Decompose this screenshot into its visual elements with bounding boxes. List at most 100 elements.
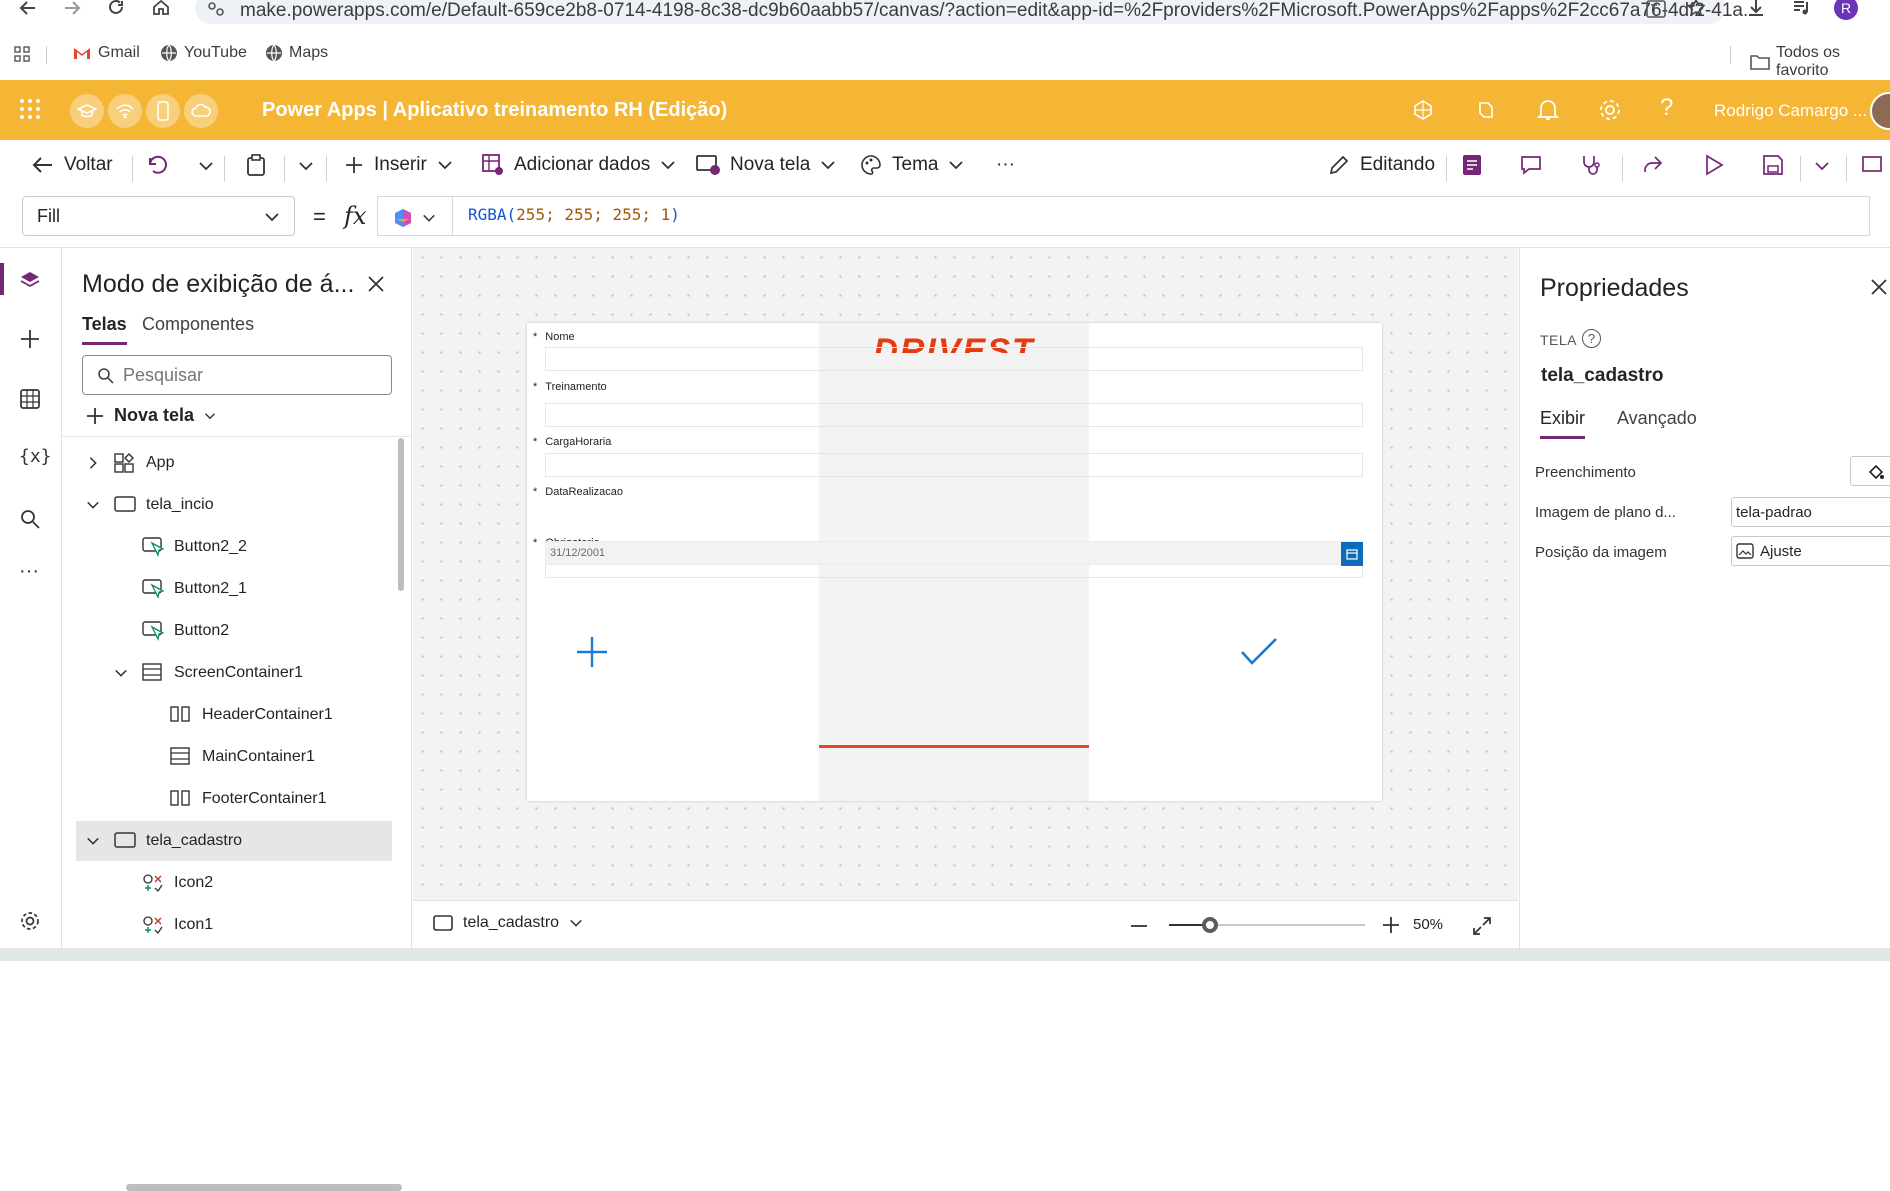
tree-node[interactable]: Button2_2 xyxy=(76,527,392,567)
tab-screens[interactable]: Telas xyxy=(82,314,127,345)
tree-node[interactable]: ScreenContainer1 xyxy=(76,653,392,693)
translate-icon[interactable] xyxy=(1646,0,1666,18)
layers-icon[interactable] xyxy=(19,270,41,290)
zoom-slider[interactable] xyxy=(1169,917,1365,933)
vertical-scrollbar[interactable] xyxy=(398,438,404,591)
save-icon[interactable] xyxy=(1762,154,1784,176)
close-icon[interactable] xyxy=(367,275,385,293)
all-bookmarks[interactable]: Todos os favorito xyxy=(1750,44,1890,80)
formula-expression[interactable]: RGBA(255; 255; 255; 1) xyxy=(468,205,680,224)
zoom-in-icon[interactable] xyxy=(1381,915,1401,935)
chevron-down-icon[interactable] xyxy=(86,498,100,512)
tree-node[interactable]: Button2_1 xyxy=(76,569,392,609)
url-text[interactable]: make.powerapps.com/e/Default-659ce2b8-07… xyxy=(240,0,1759,22)
add-data-button[interactable]: Adicionar dados xyxy=(482,154,676,176)
play-preview-icon[interactable] xyxy=(1704,154,1724,176)
chevron-down-icon[interactable] xyxy=(422,211,436,225)
search-icon[interactable] xyxy=(19,508,41,530)
tab-advanced[interactable]: Avançado xyxy=(1617,408,1697,429)
tree-node[interactable]: Button2 xyxy=(76,611,392,651)
text-input[interactable] xyxy=(545,403,1363,427)
plus-icon[interactable] xyxy=(19,328,41,350)
tab-components[interactable]: Componentes xyxy=(142,314,254,335)
calendar-icon[interactable] xyxy=(1341,542,1363,566)
bookmark-gmail[interactable]: Gmail xyxy=(72,44,140,62)
add-icon[interactable] xyxy=(575,635,609,669)
back-arrow-icon[interactable] xyxy=(18,0,38,18)
copilot-icon[interactable] xyxy=(1474,98,1498,122)
environment-icon[interactable] xyxy=(1412,99,1434,121)
tree-node[interactable]: Icon2 xyxy=(76,863,392,903)
forward-arrow-icon[interactable] xyxy=(62,0,82,18)
date-picker[interactable]: 31/12/2001 xyxy=(545,541,1363,566)
reload-icon[interactable] xyxy=(106,0,126,18)
tree-node[interactable]: App xyxy=(76,443,392,483)
chevron-down-icon[interactable] xyxy=(86,834,100,848)
paste-icon[interactable] xyxy=(246,154,266,176)
screen-preview[interactable]: DRIVEST * Nome * Treinamento * CargaHoraria * D… xyxy=(527,323,1382,801)
site-info-icon[interactable] xyxy=(207,1,225,17)
editing-status[interactable]: Editando xyxy=(1328,154,1435,176)
comments-icon[interactable] xyxy=(1520,154,1542,176)
avatar[interactable] xyxy=(1870,92,1890,130)
tree-node[interactable]: tela_cadastro xyxy=(76,821,392,861)
share-icon[interactable] xyxy=(1642,154,1664,176)
tree-node[interactable]: MainContainer1 xyxy=(76,737,392,777)
search-input[interactable] xyxy=(123,365,363,386)
bookmark-youtube[interactable]: YouTube xyxy=(160,44,247,62)
chevron-down-icon[interactable] xyxy=(1814,158,1830,174)
fill-color-picker[interactable] xyxy=(1850,456,1890,486)
horizontal-scrollbar[interactable] xyxy=(126,1184,402,1191)
tree-node[interactable]: HeaderContainer1 xyxy=(76,695,392,735)
chevron-right-icon[interactable] xyxy=(86,456,100,470)
control-name[interactable]: tela_cadastro xyxy=(1541,365,1664,387)
help-icon[interactable]: ? xyxy=(1660,94,1673,122)
fit-to-window-icon[interactable] xyxy=(1471,915,1493,937)
chevron-down-icon[interactable] xyxy=(198,158,214,174)
settings-gear-icon[interactable] xyxy=(19,910,41,932)
screen-selector[interactable]: tela_cadastro xyxy=(433,914,583,932)
close-icon[interactable] xyxy=(1870,278,1888,296)
app-checker-icon[interactable] xyxy=(1462,154,1482,176)
media-icon[interactable] xyxy=(1792,0,1812,18)
bookmark-star-icon[interactable] xyxy=(1686,0,1706,18)
data-table-icon[interactable] xyxy=(19,388,41,410)
copilot-icon[interactable] xyxy=(392,207,414,229)
check-icon[interactable] xyxy=(1239,636,1279,666)
waffle-icon[interactable] xyxy=(18,97,42,121)
settings-gear-icon[interactable] xyxy=(1598,98,1622,122)
tree-node[interactable]: tela_incio xyxy=(76,485,392,525)
back-button[interactable]: Voltar xyxy=(32,154,113,176)
home-icon[interactable] xyxy=(151,0,171,17)
new-screen-button[interactable]: Nova tela xyxy=(696,154,836,176)
tree-node[interactable]: Icon1 xyxy=(76,905,392,945)
download-icon[interactable] xyxy=(1746,0,1766,18)
stethoscope-icon[interactable] xyxy=(1580,154,1602,176)
tab-display[interactable]: Exibir xyxy=(1540,408,1586,439)
tree-node[interactable]: FooterContainer1 xyxy=(76,779,392,819)
image-position-dropdown[interactable]: Ajuste xyxy=(1731,536,1890,566)
background-image-dropdown[interactable]: tela-padrao xyxy=(1731,497,1890,527)
chevron-down-icon[interactable] xyxy=(298,158,314,174)
user-name[interactable]: Rodrigo Camargo ... xyxy=(1714,101,1867,121)
property-dropdown[interactable]: Fill xyxy=(22,196,295,236)
publish-icon[interactable] xyxy=(1862,154,1884,176)
more-commands-button[interactable]: ··· xyxy=(996,154,1015,176)
new-screen-menu[interactable]: Nova tela xyxy=(86,405,216,426)
variables-icon[interactable]: {x} xyxy=(19,446,52,467)
zoom-slider-thumb[interactable] xyxy=(1202,917,1218,933)
zoom-out-icon[interactable] xyxy=(1129,916,1149,936)
more-icon[interactable]: ··· xyxy=(19,560,39,583)
bookmark-maps[interactable]: Maps xyxy=(265,44,328,62)
info-icon[interactable]: ? xyxy=(1582,329,1601,348)
notifications-icon[interactable] xyxy=(1537,98,1559,122)
text-input[interactable] xyxy=(545,453,1363,477)
apps-grid-icon[interactable] xyxy=(14,46,30,62)
theme-button[interactable]: Tema xyxy=(860,154,964,176)
profile-avatar[interactable]: R xyxy=(1834,0,1858,20)
undo-icon[interactable] xyxy=(146,154,168,176)
chevron-down-icon[interactable] xyxy=(114,666,128,680)
insert-button[interactable]: Inserir xyxy=(344,154,453,176)
search-box[interactable] xyxy=(82,355,392,395)
text-input[interactable] xyxy=(545,347,1363,371)
